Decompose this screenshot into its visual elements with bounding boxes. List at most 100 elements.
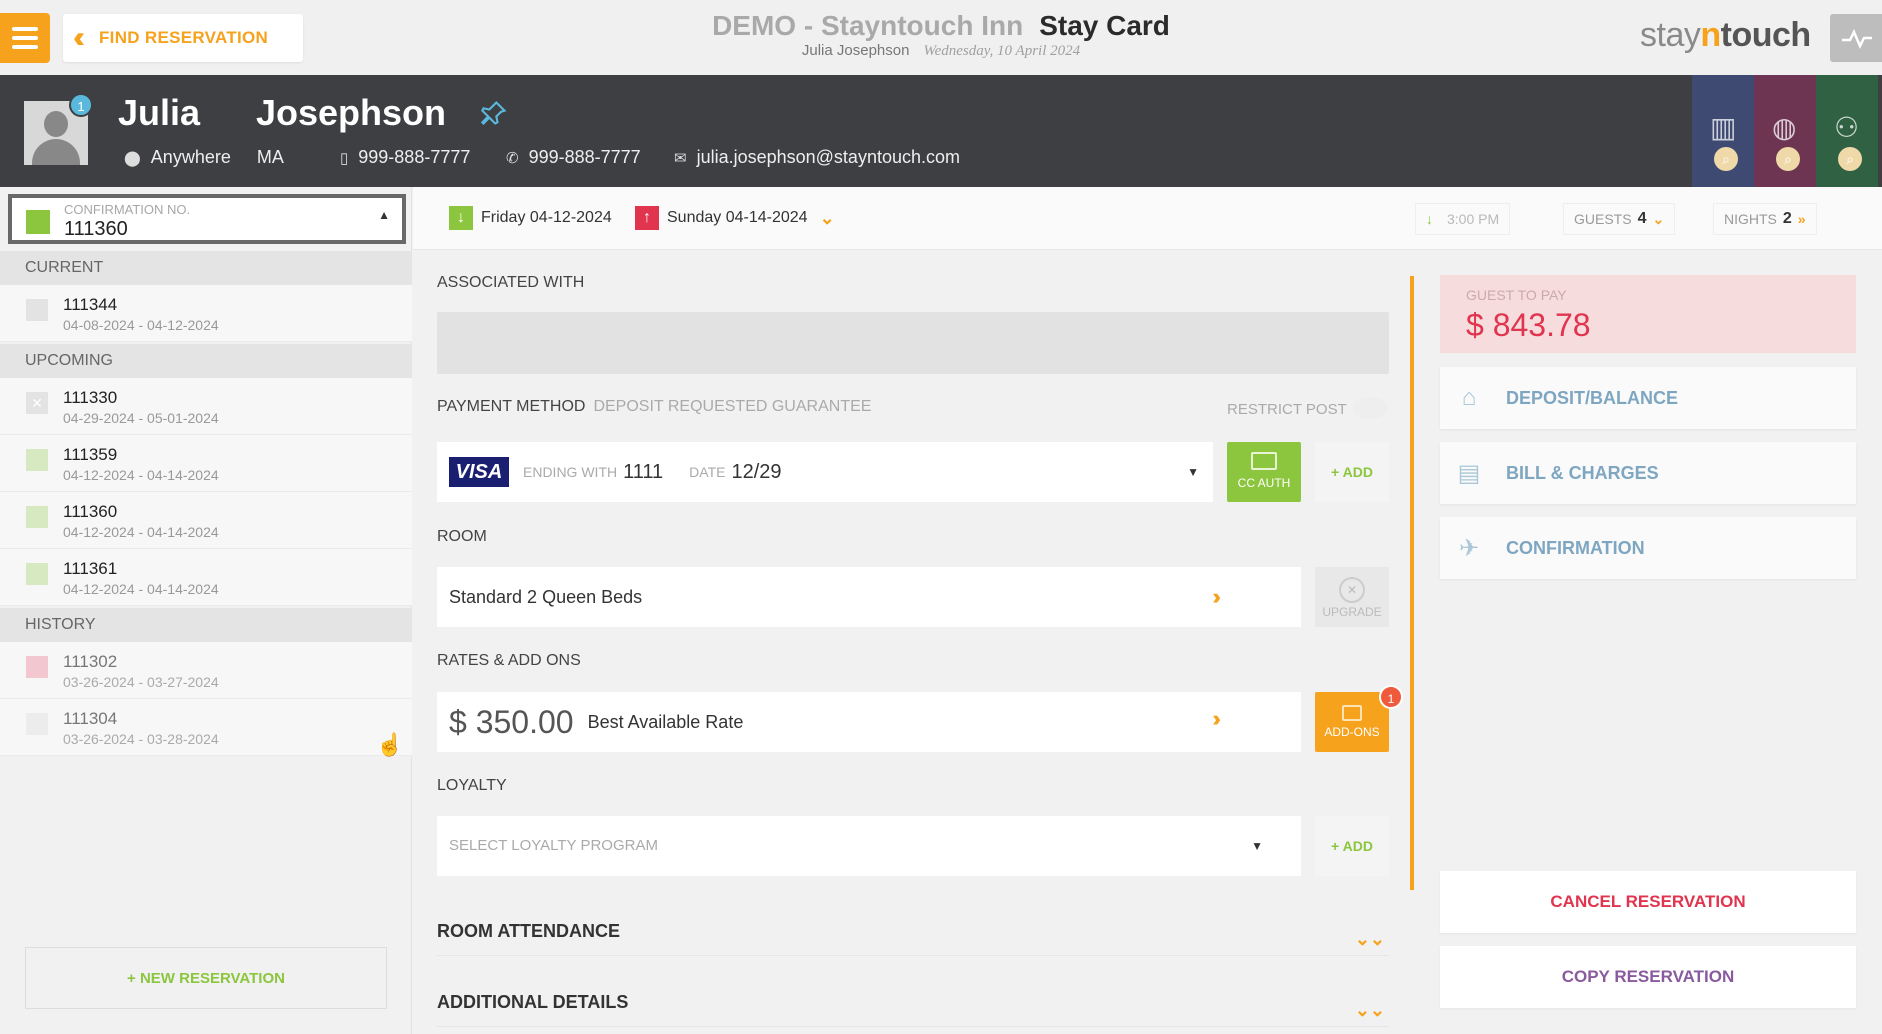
upgrade-button[interactable]: ✕ UPGRADE xyxy=(1315,567,1389,627)
activity-pulse-icon xyxy=(1842,29,1872,49)
hotel-name: DEMO - Stayntouch Inn xyxy=(712,10,1024,41)
confirmation-label: CONFIRMATION NO. xyxy=(64,202,191,217)
cancelled-x-icon: ✕ xyxy=(26,392,48,414)
company-card-tile[interactable]: ▥ ⌕ xyxy=(1692,75,1754,187)
bank-icon: ⌂ xyxy=(1461,384,1477,411)
cc-auth-button[interactable]: CC AUTH xyxy=(1227,442,1301,502)
cancel-reservation-button[interactable]: CANCEL RESERVATION xyxy=(1440,871,1856,933)
guest-last-name[interactable]: Josephson xyxy=(256,92,446,134)
double-chevron-right-icon: ›› xyxy=(1212,584,1220,609)
guest-to-pay-panel: GUEST TO PAY $ 843.78 xyxy=(1440,275,1856,353)
rates-label: RATES & ADD ONS xyxy=(437,652,581,669)
search-icon: ⌕ xyxy=(1776,147,1800,171)
header-tiles: ▥ ⌕ ◍ ⌕ ⚇ ⌕ xyxy=(1692,75,1878,187)
list-item[interactable]: 111304 03-26-2024 - 03-28-2024 xyxy=(0,699,412,756)
arrival-time[interactable]: ↓ 3:00 PM xyxy=(1415,203,1511,235)
arrival-arrow-icon: ↓ xyxy=(449,206,473,230)
restrict-post-toggle[interactable] xyxy=(1353,398,1387,418)
hand-cursor-icon: ☝ xyxy=(376,732,404,757)
room-label: ROOM xyxy=(437,528,487,545)
activity-button[interactable] xyxy=(1830,14,1882,62)
phone-icon: ✆ xyxy=(506,149,519,167)
caret-up-icon: ▲ xyxy=(378,208,390,222)
deposit-balance-button[interactable]: ⌂ DEPOSIT/BALANCE xyxy=(1440,367,1856,429)
additional-details-section[interactable]: ADDITIONAL DETAILS ⌄⌄ xyxy=(437,979,1389,1027)
bill-charges-button[interactable]: ▤ BILL & CHARGES xyxy=(1440,442,1856,504)
status-color-swatch xyxy=(26,656,48,678)
rate-field[interactable]: $ 350.00 Best Available Rate ›› xyxy=(437,692,1301,752)
stay-details: ASSOCIATED WITH PAYMENT METHOD DEPOSIT RE… xyxy=(413,250,1403,1034)
chevron-right-icon: » xyxy=(1797,211,1806,227)
stayntouch-logo: stayntouch xyxy=(1640,16,1811,54)
stay-dates-bar: ↓ Friday 04-12-2024 ↑ Sunday 04-14-2024 … xyxy=(413,187,1882,250)
status-color-swatch xyxy=(26,210,50,234)
room-type-field[interactable]: Standard 2 Queen Beds ›› xyxy=(437,567,1301,627)
add-loyalty-button[interactable]: + ADD xyxy=(1315,816,1389,876)
guest-phone[interactable]: ✆ 999-888-7777 xyxy=(506,147,641,168)
travel-agent-tile[interactable]: ◍ ⌕ xyxy=(1754,75,1816,187)
add-ons-button[interactable]: ADD-ONS xyxy=(1315,692,1389,752)
chevron-down-icon: ⌄⌄ xyxy=(1354,1000,1385,1020)
chevron-down-icon: ⌄ xyxy=(819,207,835,228)
caret-down-icon: ▼ xyxy=(1187,465,1199,479)
section-history: HISTORY xyxy=(0,608,412,642)
upgrade-icon: ✕ xyxy=(1339,577,1365,603)
new-reservation-button[interactable]: + NEW RESERVATION xyxy=(25,947,387,1009)
hotel-building-icon: ▥ xyxy=(1710,112,1737,143)
list-item[interactable]: 111344 04-08-2024 - 04-12-2024 xyxy=(0,285,412,342)
group-tile[interactable]: ⚇ ⌕ xyxy=(1816,75,1878,187)
status-color-swatch xyxy=(26,299,48,321)
status-color-swatch xyxy=(26,713,48,735)
copy-reservation-button[interactable]: COPY RESERVATION xyxy=(1440,946,1856,1008)
mobile-phone-icon: ▯ xyxy=(340,149,349,167)
loyalty-label: LOYALTY xyxy=(437,777,507,794)
send-icon: ✈ xyxy=(1458,534,1480,562)
globe-icon: ◍ xyxy=(1772,112,1797,143)
confirmation-button[interactable]: ✈ CONFIRMATION xyxy=(1440,517,1856,579)
add-payment-button[interactable]: + ADD xyxy=(1315,442,1389,502)
nights-count[interactable]: NIGHTS 2 » xyxy=(1713,203,1817,235)
page-subtitle: Julia Josephson Wednesday, 10 April 2024 xyxy=(0,42,1882,60)
departure-arrow-icon: ↑ xyxy=(635,206,659,230)
departure-date[interactable]: ↑ Sunday 04-14-2024 ⌄ xyxy=(635,201,835,235)
top-bar: ‹‹ FIND RESERVATION DEMO - Stayntouch In… xyxy=(0,0,1882,75)
email-icon: ✉ xyxy=(674,149,687,167)
page-title: Stay Card xyxy=(1039,10,1170,41)
chevron-down-icon: ⌄ xyxy=(1652,210,1665,227)
guests-count[interactable]: GUESTS 4 ⌄ xyxy=(1563,203,1676,235)
confirmation-value: 111360 xyxy=(64,218,128,240)
add-ons-stack-icon xyxy=(1342,705,1362,721)
arrival-date[interactable]: ↓ Friday 04-12-2024 xyxy=(449,201,612,235)
guest-mobile[interactable]: ▯ 999-888-7777 xyxy=(340,147,470,168)
guest-first-name[interactable]: Julia xyxy=(118,92,200,134)
list-item[interactable]: 111359 04-12-2024 - 04-14-2024 xyxy=(0,435,412,492)
guest-email[interactable]: ✉ julia.josephson@stayntouch.com xyxy=(674,147,960,168)
associated-with-field[interactable] xyxy=(437,312,1389,374)
pin-icon[interactable] xyxy=(480,99,508,134)
list-item[interactable]: 111361 04-12-2024 - 04-14-2024 xyxy=(0,549,412,606)
add-ons-count-badge: 1 xyxy=(1379,685,1403,709)
visa-card-icon: VISA xyxy=(449,457,509,487)
credit-card-icon xyxy=(1251,452,1277,470)
list-item[interactable]: 111360 04-12-2024 - 04-14-2024 xyxy=(0,492,412,549)
list-item[interactable]: 111302 03-26-2024 - 03-27-2024 xyxy=(0,642,412,699)
notification-badge: 1 xyxy=(69,93,93,117)
group-icon: ⚇ xyxy=(1834,112,1860,143)
arrival-arrow-icon: ↓ xyxy=(1426,211,1433,227)
user-name: Julia Josephson xyxy=(801,42,910,59)
restrict-post-label: RESTRICT POST xyxy=(1227,401,1347,418)
loyalty-program-select[interactable]: SELECT LOYALTY PROGRAM ▼ xyxy=(437,816,1301,876)
search-icon: ⌕ xyxy=(1838,147,1862,171)
guest-header: 1 Julia Josephson ⬤ Anywhere MA ▯ 999-88… xyxy=(0,75,1882,187)
status-color-swatch xyxy=(26,449,48,471)
search-icon: ⌕ xyxy=(1714,147,1738,171)
room-attendance-section[interactable]: ROOM ATTENDANCE ⌄⌄ xyxy=(437,908,1389,956)
location-pin-icon: ⬤ xyxy=(124,149,141,167)
associated-with-label: ASSOCIATED WITH xyxy=(437,274,585,291)
page-heading: DEMO - Stayntouch Inn Stay Card xyxy=(0,10,1882,42)
guest-to-pay-label: GUEST TO PAY xyxy=(1466,287,1567,303)
payment-method-select[interactable]: VISA ENDING WITH 1111 DATE 12/29 ▼ xyxy=(437,442,1213,502)
confirmation-selector[interactable]: CONFIRMATION NO. 111360 ▲ xyxy=(8,194,406,244)
caret-down-icon: ▼ xyxy=(1251,839,1263,853)
list-item[interactable]: ✕ 111330 04-29-2024 - 05-01-2024 xyxy=(0,378,412,435)
